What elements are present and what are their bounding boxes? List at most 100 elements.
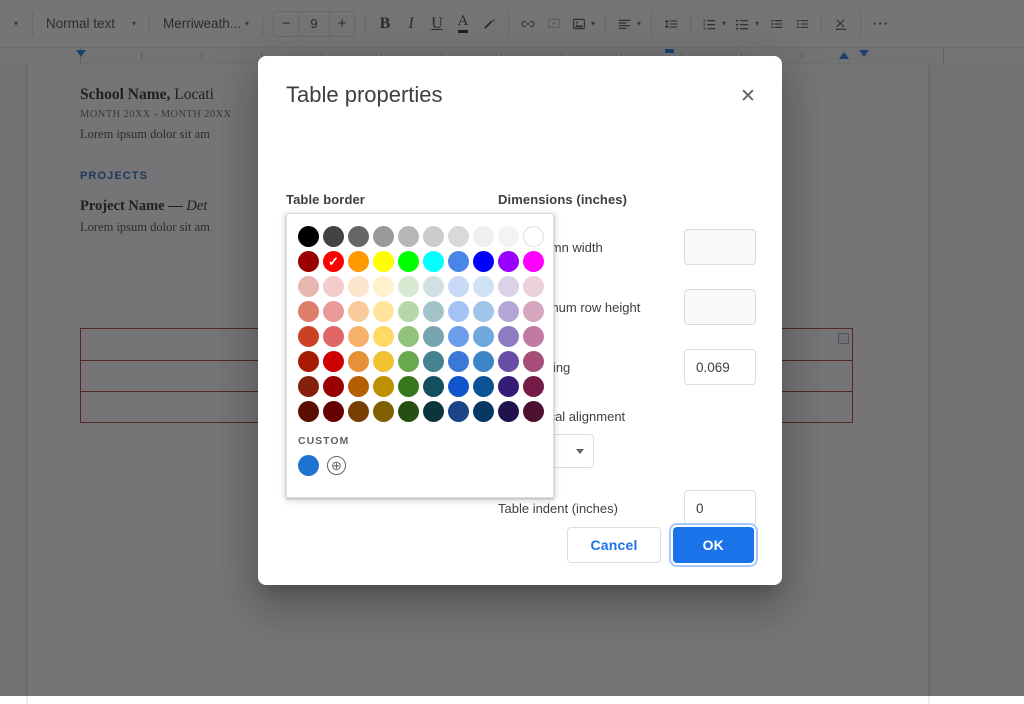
- table-border-label: Table border: [286, 192, 496, 207]
- color-swatch[interactable]: [423, 276, 444, 297]
- add-custom-color-icon[interactable]: ⊕: [327, 456, 346, 475]
- color-swatch[interactable]: [298, 351, 319, 372]
- color-swatch[interactable]: [373, 276, 394, 297]
- color-swatch[interactable]: ✓: [323, 251, 344, 272]
- color-swatch[interactable]: [448, 351, 469, 372]
- color-swatch[interactable]: [423, 326, 444, 347]
- color-swatch[interactable]: [373, 326, 394, 347]
- color-swatch[interactable]: [423, 251, 444, 272]
- color-swatch[interactable]: [523, 226, 544, 247]
- close-icon[interactable]: ✕: [734, 82, 762, 110]
- color-swatch[interactable]: [373, 376, 394, 397]
- min-row-height-input[interactable]: [684, 289, 756, 325]
- custom-colors-label: CUSTOM: [298, 435, 542, 447]
- dialog-title: Table properties: [286, 82, 443, 108]
- color-swatch[interactable]: [523, 276, 544, 297]
- color-swatch[interactable]: [448, 326, 469, 347]
- color-swatch[interactable]: [373, 226, 394, 247]
- color-swatch[interactable]: [348, 251, 369, 272]
- color-swatch[interactable]: [473, 226, 494, 247]
- color-swatch[interactable]: [398, 326, 419, 347]
- cell-padding-input[interactable]: 0.069: [684, 349, 756, 385]
- color-swatch[interactable]: [523, 326, 544, 347]
- caret-down-icon: [576, 449, 584, 454]
- dimensions-label: Dimensions (inches): [498, 192, 756, 207]
- color-swatch[interactable]: [398, 226, 419, 247]
- color-swatch[interactable]: [473, 401, 494, 422]
- color-swatch[interactable]: [423, 376, 444, 397]
- color-swatch[interactable]: [323, 326, 344, 347]
- color-swatch[interactable]: [423, 301, 444, 322]
- color-swatch[interactable]: [473, 276, 494, 297]
- color-swatch[interactable]: [298, 226, 319, 247]
- color-swatch[interactable]: [448, 401, 469, 422]
- color-swatch[interactable]: [473, 326, 494, 347]
- color-swatch[interactable]: [348, 351, 369, 372]
- color-swatch-grid: ✓: [298, 226, 542, 422]
- color-swatch[interactable]: [298, 401, 319, 422]
- color-swatch[interactable]: [498, 301, 519, 322]
- column-width-input[interactable]: [684, 229, 756, 265]
- color-swatch[interactable]: [373, 351, 394, 372]
- color-swatch[interactable]: [473, 376, 494, 397]
- color-swatch[interactable]: [423, 351, 444, 372]
- color-swatch[interactable]: [298, 301, 319, 322]
- ok-button[interactable]: OK: [673, 527, 754, 563]
- color-swatch[interactable]: [523, 376, 544, 397]
- color-swatch[interactable]: [473, 251, 494, 272]
- color-swatch[interactable]: [298, 276, 319, 297]
- cancel-button[interactable]: Cancel: [567, 527, 660, 563]
- color-swatch[interactable]: [498, 376, 519, 397]
- color-swatch[interactable]: [398, 276, 419, 297]
- color-swatch[interactable]: [323, 276, 344, 297]
- color-swatch[interactable]: [523, 251, 544, 272]
- table-indent-label: Table indent (inches): [498, 501, 618, 516]
- color-swatch[interactable]: [348, 376, 369, 397]
- color-swatch[interactable]: [323, 401, 344, 422]
- color-swatch[interactable]: [498, 351, 519, 372]
- color-swatch[interactable]: [398, 351, 419, 372]
- color-swatch[interactable]: [348, 401, 369, 422]
- color-swatch[interactable]: [298, 376, 319, 397]
- color-swatch[interactable]: [323, 376, 344, 397]
- color-swatch[interactable]: [423, 226, 444, 247]
- color-swatch[interactable]: [498, 326, 519, 347]
- color-swatch[interactable]: [348, 301, 369, 322]
- color-swatch[interactable]: [448, 226, 469, 247]
- color-swatch[interactable]: [523, 401, 544, 422]
- color-swatch[interactable]: [448, 251, 469, 272]
- color-swatch[interactable]: [523, 301, 544, 322]
- color-swatch[interactable]: [498, 251, 519, 272]
- color-swatch[interactable]: [323, 226, 344, 247]
- color-swatch[interactable]: [348, 226, 369, 247]
- color-swatch[interactable]: [523, 351, 544, 372]
- color-swatch[interactable]: [398, 376, 419, 397]
- custom-colors-row: ⊕: [298, 455, 542, 476]
- color-swatch[interactable]: [373, 401, 394, 422]
- color-swatch[interactable]: [498, 276, 519, 297]
- border-color-palette: ✓ CUSTOM ⊕: [286, 213, 554, 498]
- color-swatch[interactable]: [448, 376, 469, 397]
- color-swatch[interactable]: [473, 351, 494, 372]
- custom-color-swatch[interactable]: [298, 455, 319, 476]
- color-swatch[interactable]: [373, 251, 394, 272]
- color-swatch[interactable]: [323, 301, 344, 322]
- color-swatch[interactable]: [498, 401, 519, 422]
- color-swatch[interactable]: [298, 326, 319, 347]
- table-indent-input[interactable]: 0: [684, 490, 756, 526]
- dialog-footer: Cancel OK: [567, 527, 754, 563]
- color-swatch[interactable]: [423, 401, 444, 422]
- color-swatch[interactable]: [348, 326, 369, 347]
- color-swatch[interactable]: [348, 276, 369, 297]
- color-swatch[interactable]: [298, 251, 319, 272]
- color-swatch[interactable]: [398, 301, 419, 322]
- color-swatch[interactable]: [373, 301, 394, 322]
- color-swatch[interactable]: [473, 301, 494, 322]
- color-swatch[interactable]: [398, 401, 419, 422]
- color-swatch[interactable]: [323, 351, 344, 372]
- color-swatch[interactable]: [448, 301, 469, 322]
- check-icon: ✓: [328, 255, 339, 268]
- color-swatch[interactable]: [498, 226, 519, 247]
- color-swatch[interactable]: [398, 251, 419, 272]
- color-swatch[interactable]: [448, 276, 469, 297]
